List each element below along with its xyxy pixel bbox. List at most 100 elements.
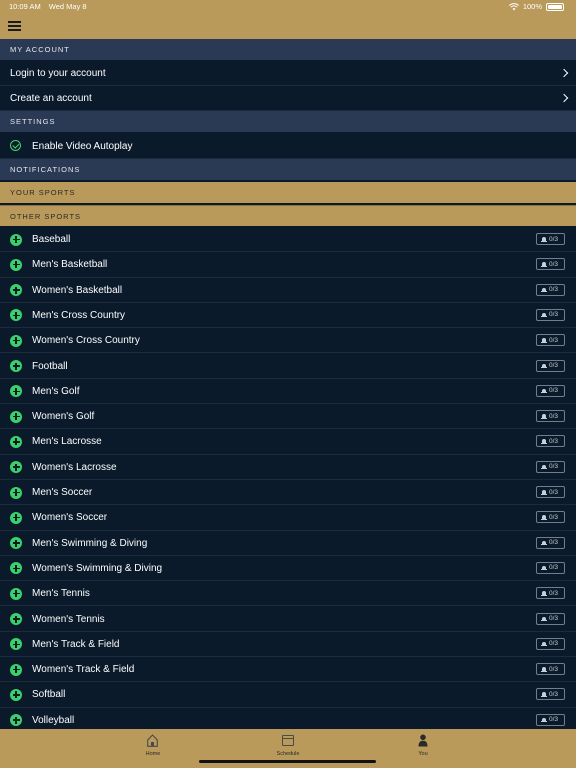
notification-count: 0/3 bbox=[549, 286, 559, 294]
create-account-row[interactable]: Create an account bbox=[0, 86, 576, 111]
add-circle-icon[interactable] bbox=[10, 537, 22, 550]
add-circle-icon[interactable] bbox=[10, 360, 22, 372]
add-circle-icon[interactable] bbox=[10, 258, 22, 271]
notification-badge[interactable]: 0/3 bbox=[536, 283, 565, 296]
user-icon bbox=[418, 734, 428, 747]
add-circle-icon[interactable] bbox=[10, 511, 22, 524]
sport-row[interactable]: Women's Swimming & Diving 0/3 bbox=[0, 555, 576, 582]
sport-row[interactable]: Women's Track & Field 0/3 bbox=[0, 657, 576, 683]
sport-row[interactable]: Men's Golf 0/3 bbox=[0, 378, 576, 405]
sport-row[interactable]: Women's Basketball 0/3 bbox=[0, 277, 576, 303]
create-account-label: Create an account bbox=[10, 93, 92, 104]
add-circle-icon[interactable] bbox=[10, 410, 22, 423]
add-circle-icon[interactable] bbox=[10, 486, 22, 499]
notification-badge[interactable]: 0/3 bbox=[536, 334, 565, 347]
notification-badge[interactable]: 0/3 bbox=[536, 486, 565, 498]
notification-badge[interactable]: 0/3 bbox=[536, 663, 565, 676]
notification-count: 0/3 bbox=[549, 640, 559, 648]
bell-icon bbox=[541, 312, 547, 318]
notification-badge[interactable]: 0/3 bbox=[536, 460, 565, 473]
sport-row[interactable]: Women's Soccer 0/3 bbox=[0, 505, 576, 531]
notification-count: 0/3 bbox=[549, 336, 559, 344]
add-circle-icon[interactable] bbox=[10, 284, 22, 297]
notification-badge[interactable]: 0/3 bbox=[536, 587, 565, 600]
wifi-icon bbox=[508, 3, 519, 11]
sport-row[interactable]: Men's Lacrosse 0/3 bbox=[0, 429, 576, 455]
notification-badge[interactable]: 0/3 bbox=[536, 308, 565, 321]
sport-row[interactable]: Men's Basketball 0/3 bbox=[0, 252, 576, 278]
notification-badge[interactable]: 0/3 bbox=[536, 359, 565, 372]
notification-count: 0/3 bbox=[549, 412, 559, 420]
section-notifications: NOTIFICATIONS bbox=[0, 159, 576, 180]
add-circle-icon[interactable] bbox=[10, 688, 22, 701]
notification-count: 0/3 bbox=[549, 260, 559, 268]
bell-icon bbox=[541, 287, 547, 293]
notification-badge[interactable]: 0/3 bbox=[536, 637, 565, 650]
add-circle-icon[interactable] bbox=[10, 714, 22, 727]
section-my-account: MY ACCOUNT bbox=[0, 39, 576, 60]
bell-icon bbox=[541, 388, 547, 394]
notification-count: 0/3 bbox=[549, 564, 559, 572]
sport-name: Football bbox=[32, 360, 68, 372]
notification-badge[interactable]: 0/3 bbox=[536, 688, 565, 701]
sport-name: Men's Cross Country bbox=[32, 309, 126, 321]
bell-icon bbox=[541, 439, 547, 444]
notification-count: 0/3 bbox=[549, 235, 559, 243]
add-circle-icon[interactable] bbox=[10, 309, 22, 322]
sport-row[interactable]: Women's Golf 0/3 bbox=[0, 404, 576, 430]
battery-icon bbox=[546, 3, 564, 11]
notification-badge[interactable]: 0/3 bbox=[536, 713, 565, 726]
tab-schedule[interactable]: Schedule bbox=[268, 733, 308, 761]
menu-icon[interactable] bbox=[8, 21, 21, 31]
add-circle-icon[interactable] bbox=[10, 233, 22, 246]
status-date: Wed May 8 bbox=[48, 2, 87, 11]
check-circle-icon[interactable] bbox=[10, 140, 21, 151]
tab-you[interactable]: You bbox=[403, 733, 443, 761]
notification-count: 0/3 bbox=[549, 488, 559, 496]
sport-row[interactable]: Women's Cross Country 0/3 bbox=[0, 328, 576, 354]
add-circle-icon[interactable] bbox=[10, 587, 22, 600]
add-circle-icon[interactable] bbox=[10, 613, 22, 625]
sport-row[interactable]: Men's Tennis 0/3 bbox=[0, 581, 576, 607]
tab-home[interactable]: Home bbox=[133, 733, 173, 761]
sport-name: Women's Golf bbox=[32, 411, 95, 423]
sport-name: Men's Swimming & Diving bbox=[32, 537, 148, 549]
sport-row[interactable]: Men's Cross Country 0/3 bbox=[0, 302, 576, 329]
add-circle-icon[interactable] bbox=[10, 461, 22, 474]
autoplay-row[interactable]: Enable Video Autoplay bbox=[0, 132, 576, 159]
sport-name: Women's Track & Field bbox=[32, 664, 135, 676]
notification-badge[interactable]: 0/3 bbox=[536, 233, 565, 245]
add-circle-icon[interactable] bbox=[10, 638, 22, 651]
bell-icon bbox=[541, 262, 547, 267]
add-circle-icon[interactable] bbox=[10, 385, 22, 398]
notification-count: 0/3 bbox=[549, 437, 559, 445]
notification-badge[interactable]: 0/3 bbox=[536, 435, 565, 448]
sport-name: Women's Cross Country bbox=[32, 335, 140, 347]
sport-row[interactable]: Softball 0/3 bbox=[0, 682, 576, 708]
tab-home-label: Home bbox=[145, 751, 161, 757]
sport-row[interactable]: Men's Track & Field 0/3 bbox=[0, 631, 576, 658]
bell-icon bbox=[541, 591, 547, 596]
add-circle-icon[interactable] bbox=[10, 562, 22, 575]
sport-name: Women's Basketball bbox=[32, 284, 123, 296]
notification-badge[interactable]: 0/3 bbox=[536, 384, 565, 397]
add-circle-icon[interactable] bbox=[10, 663, 22, 676]
sport-row[interactable]: Baseball 0/3 bbox=[0, 227, 576, 253]
home-icon bbox=[147, 734, 158, 747]
notification-badge[interactable]: 0/3 bbox=[536, 536, 565, 549]
notification-badge[interactable]: 0/3 bbox=[536, 612, 565, 625]
add-circle-icon[interactable] bbox=[10, 435, 22, 448]
notification-badge[interactable]: 0/3 bbox=[536, 410, 565, 423]
notification-count: 0/3 bbox=[549, 615, 559, 622]
notification-badge[interactable]: 0/3 bbox=[536, 561, 565, 574]
sport-row[interactable]: Women's Lacrosse 0/3 bbox=[0, 454, 576, 480]
add-circle-icon[interactable] bbox=[10, 334, 22, 347]
sport-row[interactable]: Women's Tennis 0/3 bbox=[0, 606, 576, 632]
bell-icon bbox=[541, 464, 547, 470]
login-row[interactable]: Login to your account bbox=[0, 60, 576, 86]
sport-row[interactable]: Men's Swimming & Diving 0/3 bbox=[0, 530, 576, 556]
notification-badge[interactable]: 0/3 bbox=[536, 258, 565, 271]
sport-row[interactable]: Men's Soccer 0/3 bbox=[0, 480, 576, 506]
sport-row[interactable]: Football 0/3 bbox=[0, 353, 576, 379]
notification-badge[interactable]: 0/3 bbox=[536, 511, 565, 524]
